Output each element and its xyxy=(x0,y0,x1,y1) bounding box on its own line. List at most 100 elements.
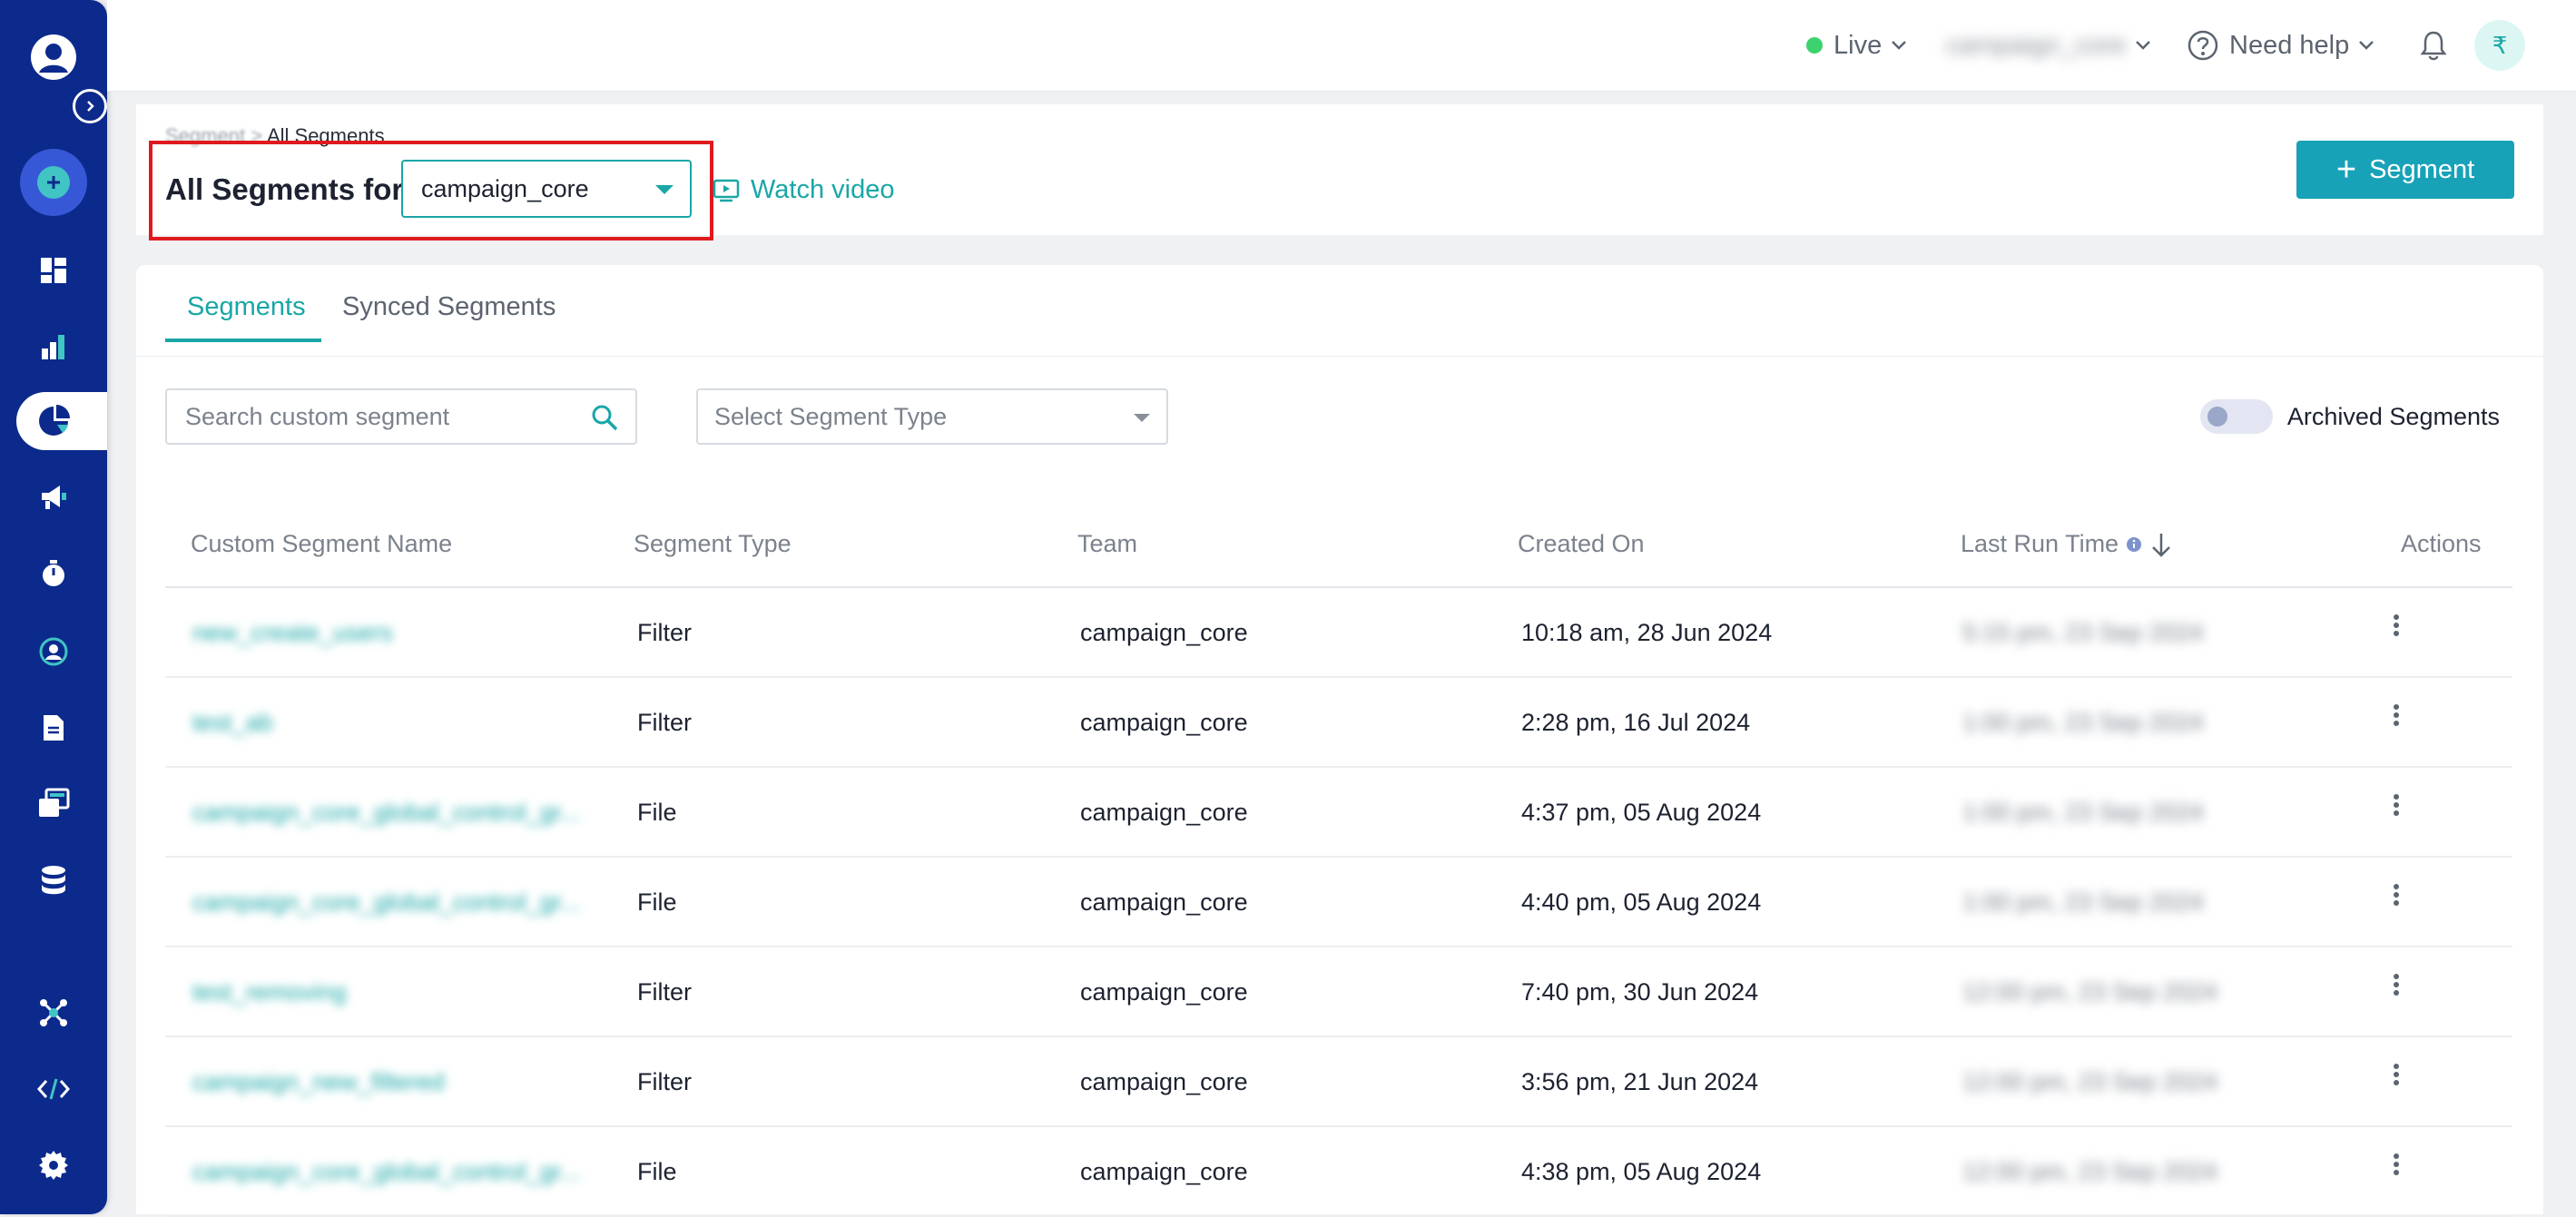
database-icon xyxy=(42,866,65,895)
page-header: Segment > All Segments All Segments for … xyxy=(136,104,2543,240)
column-header-created[interactable]: Created On xyxy=(1518,530,1645,558)
table-row[interactable]: test_ab Filter campaign_core 2:28 pm, 16… xyxy=(165,678,2512,768)
segment-type-placeholder: Select Segment Type xyxy=(714,402,948,430)
row-actions-menu-icon[interactable] xyxy=(2392,1061,2401,1088)
team-cell: campaign_core xyxy=(1080,1068,1248,1095)
sort-arrow-down-icon[interactable] xyxy=(2149,531,2173,558)
live-status-dot xyxy=(1806,37,1823,54)
code-icon xyxy=(37,1078,70,1100)
segment-type-cell: Filter xyxy=(637,619,692,646)
campaigns-icon xyxy=(42,486,66,509)
last-run-cell: 12:00 pm, 23 Sep 2024 xyxy=(1962,1068,2217,1095)
billing-avatar[interactable]: ₹ xyxy=(2474,0,2525,91)
segment-name-link[interactable]: new_create_users xyxy=(192,619,393,647)
nav-data[interactable] xyxy=(0,851,107,909)
table-row[interactable]: campaign_core_global_control_gr... File … xyxy=(165,858,2512,947)
column-header-name[interactable]: Custom Segment Name xyxy=(191,530,452,558)
table-body: new_create_users Filter campaign_core 10… xyxy=(165,588,2512,1217)
stopwatch-icon xyxy=(43,560,64,586)
team-cell: campaign_core xyxy=(1080,709,1248,736)
last-run-cell: 1:00 pm, 23 Sep 2024 xyxy=(1962,709,2204,736)
created-on-cell: 10:18 am, 28 Jun 2024 xyxy=(1521,619,1773,646)
row-actions-menu-icon[interactable] xyxy=(2392,881,2401,908)
nav-integrations[interactable] xyxy=(0,984,107,1042)
table-row[interactable]: campaign_new_filtered Filter campaign_co… xyxy=(165,1037,2512,1127)
video-icon xyxy=(713,179,740,201)
create-button[interactable] xyxy=(20,149,87,216)
column-header-actions: Actions xyxy=(2401,530,2482,557)
help-circle-icon xyxy=(2188,30,2218,61)
nav-analytics[interactable] xyxy=(0,318,107,376)
segment-name-link[interactable]: campaign_core_global_control_gr... xyxy=(192,1158,581,1186)
segment-type-cell: Filter xyxy=(637,1068,692,1095)
chevron-down-icon xyxy=(2136,41,2151,50)
column-header-last-run[interactable]: Last Run Time xyxy=(1961,530,2173,558)
table-row[interactable]: new_create_users Filter campaign_core 10… xyxy=(165,588,2512,678)
table-row[interactable]: campaign_core_global_control_gr... File … xyxy=(165,768,2512,858)
tab-synced-segments[interactable]: Synced Segments xyxy=(342,292,556,322)
segment-type-cell: File xyxy=(637,1158,677,1185)
created-on-cell: 3:56 pm, 21 Jun 2024 xyxy=(1521,1068,1759,1095)
row-actions-menu-icon[interactable] xyxy=(2392,971,2401,998)
created-on-cell: 4:40 pm, 05 Aug 2024 xyxy=(1521,888,1762,916)
table-row[interactable]: test_removing Filter campaign_core 7:40 … xyxy=(165,947,2512,1037)
table-row[interactable]: campaign_core_global_control_gr... File … xyxy=(165,1127,2512,1217)
search-input[interactable] xyxy=(183,401,568,432)
archived-segments-filter: Archived Segments xyxy=(2199,399,2500,434)
segment-type-cell: Filter xyxy=(637,978,692,1006)
segment-name-link[interactable]: campaign_new_filtered xyxy=(192,1068,445,1096)
user-logo-icon[interactable] xyxy=(29,33,78,82)
sidebar xyxy=(0,0,107,1214)
segments-icon xyxy=(39,405,70,436)
last-run-cell: 1:00 pm, 23 Sep 2024 xyxy=(1962,799,2204,826)
analytics-icon xyxy=(42,335,64,359)
segment-name-link[interactable]: campaign_core_global_control_gr... xyxy=(192,799,581,827)
segment-name-link[interactable]: campaign_core_global_control_gr... xyxy=(192,888,581,917)
toggle-knob xyxy=(2207,407,2227,427)
column-header-team[interactable]: Team xyxy=(1077,530,1137,558)
help-label: Need help xyxy=(2229,30,2350,60)
nav-developer[interactable] xyxy=(0,1060,107,1118)
account-selector[interactable]: campaign_core xyxy=(1946,0,2151,91)
currency-badge: ₹ xyxy=(2474,20,2525,71)
nav-dashboard[interactable] xyxy=(0,241,107,299)
expand-sidebar-button[interactable] xyxy=(73,89,107,123)
nav-templates[interactable] xyxy=(0,775,107,833)
add-segment-label: Segment xyxy=(2369,154,2475,184)
nav-content[interactable] xyxy=(0,699,107,757)
add-segment-button[interactable]: + Segment xyxy=(2296,141,2514,199)
nav-personalize[interactable] xyxy=(0,623,107,681)
archived-toggle[interactable] xyxy=(2199,399,2273,434)
integrations-icon xyxy=(40,999,67,1026)
nav-segments[interactable] xyxy=(16,392,107,450)
top-header: Live campaign_core Need help ₹ xyxy=(107,0,2576,92)
gallery-icon xyxy=(39,788,70,817)
row-actions-menu-icon[interactable] xyxy=(2392,791,2401,819)
search-icon[interactable] xyxy=(590,403,619,432)
team-select[interactable]: campaign_core xyxy=(401,160,692,218)
row-actions-menu-icon[interactable] xyxy=(2392,612,2401,639)
nav-settings[interactable] xyxy=(0,1136,107,1194)
info-icon[interactable] xyxy=(2126,536,2142,553)
row-actions-menu-icon[interactable] xyxy=(2392,702,2401,729)
search-segment-box xyxy=(165,388,637,445)
tab-segments[interactable]: Segments xyxy=(187,292,306,322)
segment-type-select[interactable]: Select Segment Type xyxy=(696,388,1168,445)
plus-icon xyxy=(47,176,60,189)
row-actions-menu-icon[interactable] xyxy=(2392,1151,2401,1178)
segment-name-link[interactable]: test_removing xyxy=(192,978,347,1006)
notifications-button[interactable] xyxy=(2420,0,2447,91)
caret-down-icon xyxy=(1134,414,1150,422)
environment-selector[interactable]: Live xyxy=(1806,0,1907,91)
nav-journeys[interactable] xyxy=(0,545,107,603)
watch-video-link[interactable]: Watch video xyxy=(713,175,895,205)
tabs-divider xyxy=(136,356,2543,357)
nav-campaigns[interactable] xyxy=(0,468,107,526)
created-on-cell: 2:28 pm, 16 Jul 2024 xyxy=(1521,709,1751,736)
account-label: campaign_core xyxy=(1946,30,2127,60)
help-menu[interactable]: Need help xyxy=(2188,0,2374,91)
column-header-type[interactable]: Segment Type xyxy=(634,530,791,558)
segment-name-link[interactable]: test_ab xyxy=(192,709,273,737)
plus-icon: + xyxy=(2335,151,2357,189)
document-icon xyxy=(44,715,64,741)
